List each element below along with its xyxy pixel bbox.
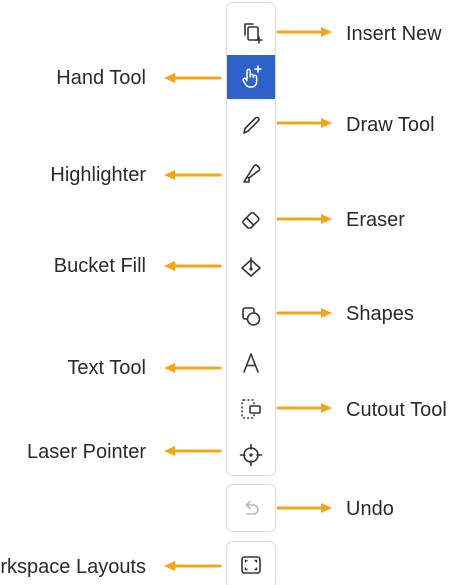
hand-tool-button[interactable]	[227, 55, 275, 99]
crosshair-icon	[239, 443, 263, 467]
label-text-tool: Text Tool	[67, 357, 146, 379]
label-insert-new: Insert New	[346, 23, 442, 45]
text-tool-button[interactable]	[227, 341, 275, 385]
cutout-icon	[241, 399, 261, 419]
draw-tool-button[interactable]	[227, 103, 275, 147]
arrow-hand-tool	[164, 73, 222, 83]
arrow-eraser	[276, 214, 332, 224]
undo-button[interactable]	[227, 486, 275, 530]
label-highlighter: Highlighter	[50, 164, 146, 186]
bucket-fill-icon	[241, 257, 261, 277]
arrow-bucket-fill	[164, 261, 222, 271]
label-undo: Undo	[346, 498, 394, 520]
arrow-insert-new	[276, 27, 332, 37]
arrow-undo	[276, 503, 332, 513]
label-draw-tool: Draw Tool	[346, 114, 435, 136]
label-hand-tool: Hand Tool	[56, 67, 146, 89]
undo-icon	[245, 500, 259, 515]
arrow-text-tool	[164, 363, 222, 373]
laser-pointer-button[interactable]	[227, 433, 275, 477]
shapes-button[interactable]	[227, 294, 275, 338]
highlighter-icon	[243, 164, 261, 183]
label-laser-pointer: Laser Pointer	[27, 441, 146, 463]
highlighter-button[interactable]	[227, 151, 275, 195]
insert-new-icon	[244, 23, 263, 44]
label-shapes: Shapes	[346, 303, 414, 325]
text-a-icon	[243, 353, 259, 373]
arrow-draw-tool	[276, 118, 332, 128]
bucket-fill-button[interactable]	[227, 246, 275, 290]
hand-add-icon	[242, 65, 262, 88]
cutout-tool-button[interactable]	[227, 387, 275, 431]
arrow-laser-pointer	[164, 446, 222, 456]
arrow-cutout-tool	[276, 403, 332, 413]
label-eraser: Eraser	[346, 209, 405, 231]
shapes-icon	[242, 307, 261, 326]
toolbar-diagram: Insert New Hand Tool Draw Tool Highlight…	[0, 0, 470, 585]
pencil-icon	[243, 116, 260, 134]
layout-frame-icon	[241, 556, 261, 574]
arrow-workspace-layouts	[164, 561, 222, 571]
eraser-icon	[242, 211, 260, 229]
label-workspace-layouts: Workspace Layouts	[0, 556, 146, 578]
eraser-button[interactable]	[227, 198, 275, 242]
arrow-highlighter	[164, 170, 222, 180]
label-bucket-fill: Bucket Fill	[53, 255, 146, 277]
label-cutout-tool: Cutout Tool	[346, 399, 447, 421]
arrow-shapes	[276, 308, 332, 318]
workspace-layouts-button[interactable]	[227, 543, 275, 585]
insert-new-button[interactable]	[227, 10, 275, 54]
